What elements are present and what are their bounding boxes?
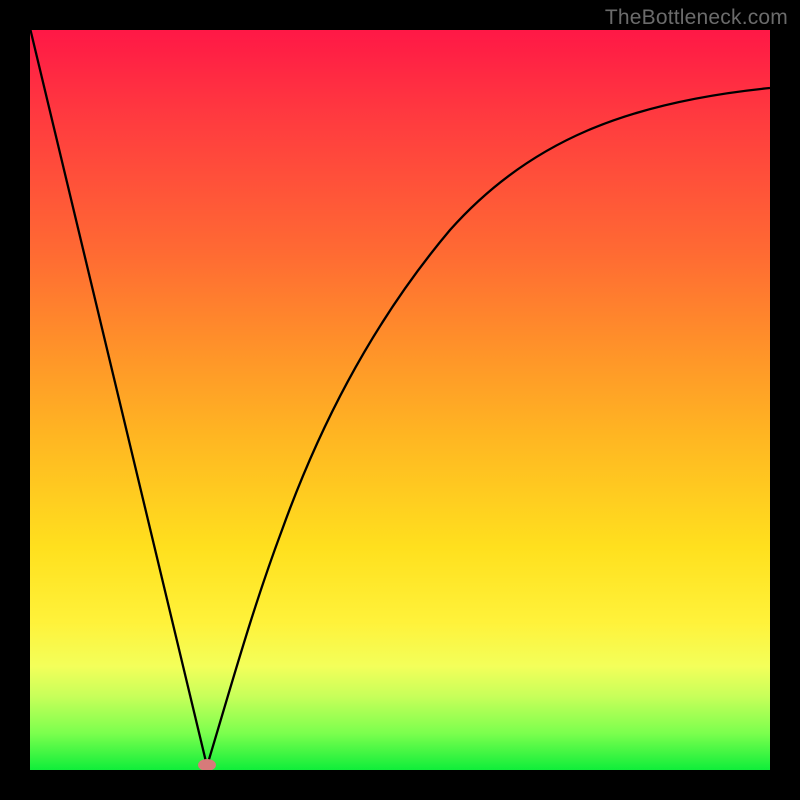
right-branch	[207, 88, 770, 766]
chart-frame: TheBottleneck.com	[0, 0, 800, 800]
watermark-text: TheBottleneck.com	[605, 6, 788, 30]
left-branch	[30, 30, 207, 766]
bottleneck-curve	[30, 30, 770, 770]
min-marker	[198, 759, 216, 770]
plot-area	[30, 30, 770, 770]
